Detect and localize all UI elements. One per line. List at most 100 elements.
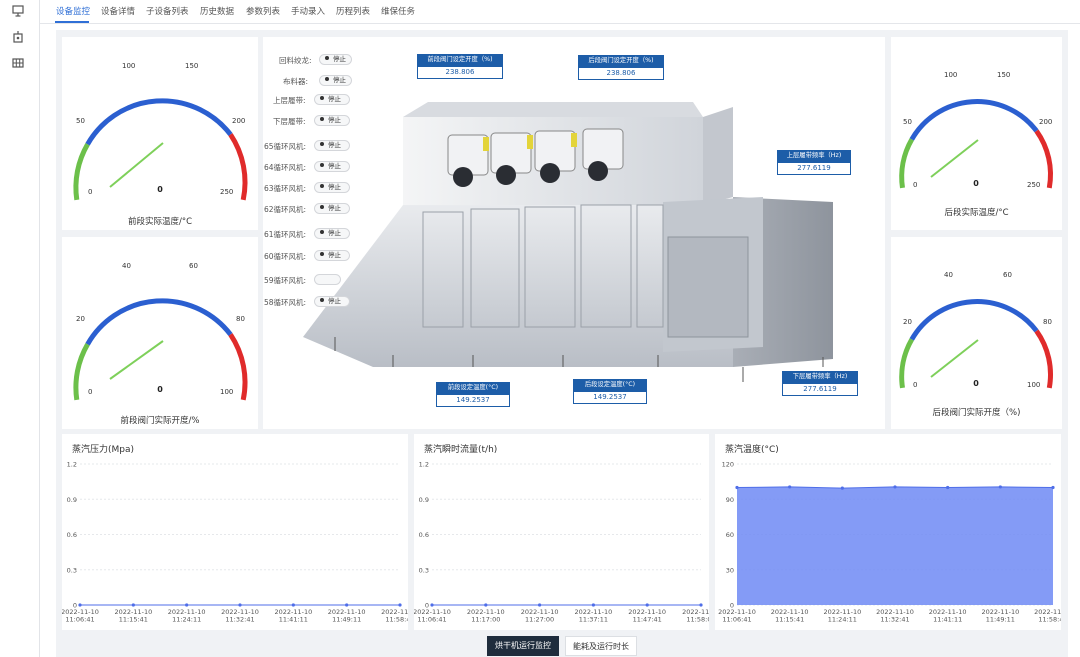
gauge-value: 0 (157, 385, 163, 394)
monitor-icon[interactable] (11, 4, 25, 18)
data-point (78, 603, 82, 607)
active-tab-indicator (55, 21, 89, 23)
tick-label: 0 (913, 181, 917, 189)
x-tick-label: 2022-11-10 11:06:41 (718, 608, 756, 624)
status-pill: 停止 (314, 296, 350, 307)
status-pill: 停止 (314, 94, 350, 105)
tick-label: 60 (1003, 271, 1012, 279)
x-tick-label: 2022-11-10 11:49:11 (981, 608, 1019, 624)
x-tick-label: 2022-11-10 11:06:41 (62, 608, 99, 624)
data-point (645, 603, 649, 607)
tab-device-monitor[interactable]: 设备监控 (56, 5, 90, 17)
tick-label: 100 (1027, 381, 1040, 389)
status-label: 58循环风机: (264, 298, 307, 307)
tab-bar: 设备监控 设备详情 子设备列表 历史数据 参数列表 手动录入 历程列表 维保任务 (40, 0, 1080, 24)
status-label: 59循环风机: (264, 276, 307, 285)
data-point (131, 603, 135, 607)
y-tick-label: 0.6 (419, 531, 429, 539)
tick-label: 150 (997, 71, 1010, 79)
grid-icon[interactable] (11, 56, 25, 70)
y-tick-label: 30 (726, 566, 734, 574)
tick-label: 150 (185, 62, 198, 70)
area-fill (737, 486, 1053, 605)
tab-device-details[interactable]: 设备详情 (101, 5, 135, 17)
y-tick-label: 0.9 (67, 496, 77, 504)
data-point (345, 603, 349, 607)
status-label: 布料器: (283, 77, 309, 86)
tick-label: 100 (122, 62, 135, 70)
status-label: 下层履带: (273, 117, 306, 126)
data-point (699, 603, 703, 607)
status-pill: 停止 (314, 140, 350, 151)
x-tick-label: 2022-11-10 11:41:11 (929, 608, 967, 624)
gauge-front-valve: 0 20 40 60 80 100 0 (73, 262, 248, 401)
x-tick-label: 2022-11-10 11:32:41 (876, 608, 914, 624)
tick-label: 40 (944, 271, 953, 279)
gauge-front-temp: 0 50 100 150 200 250 0 (73, 62, 248, 201)
x-tick-label: 2022-11-10 11:47:41 (628, 608, 666, 624)
status-label: 61循环风机: (264, 230, 307, 239)
value-readout: 149.2537 (436, 394, 510, 407)
x-tick-label: 2022-11-10 11:49:11 (328, 608, 366, 624)
status-pill: 停止 (319, 75, 352, 86)
gauge-title: 后段阀门实际开度（%) (932, 408, 1021, 418)
tick-label: 40 (122, 262, 131, 270)
value-label: 前段阀门设定开度（%) (417, 54, 503, 66)
status-pill: 停止 (314, 161, 350, 172)
tick-label: 60 (189, 262, 198, 270)
x-tick-label: 2022-11-10 11:41:11 (274, 608, 312, 624)
x-tick-label: 2022-11-10 11:15:41 (771, 608, 809, 624)
data-point (484, 603, 488, 607)
tick-label: 20 (76, 315, 85, 323)
data-point (238, 603, 242, 607)
tick-label: 80 (1043, 318, 1052, 326)
bottom-tab-energy-runtime[interactable]: 能耗及运行时长 (565, 636, 637, 656)
tick-label: 0 (88, 188, 92, 196)
tab-history-data[interactable]: 历史数据 (200, 5, 234, 17)
x-tick-label: 2022-11-1011:58:08 (682, 608, 709, 624)
value-readout: 238.806 (417, 66, 503, 79)
x-tick-label: 2022-11-1011:58:41 (1034, 608, 1061, 624)
data-point (538, 603, 542, 607)
status-pill: 停止 (314, 115, 350, 126)
bottom-tab-dryer-monitor[interactable]: 烘干机运行监控 (487, 636, 559, 656)
gauge-rear-valve-panel: 0 20 40 60 80 100 0 后段阀门实际开度（%) (891, 237, 1062, 429)
status-label: 64循环风机: (264, 163, 307, 172)
y-tick-label: 60 (726, 531, 734, 539)
value-label: 前段设定温度(°C) (436, 382, 510, 394)
tick-label: 50 (903, 118, 912, 126)
x-tick-label: 2022-11-10 11:27:00 (521, 608, 559, 624)
data-point (735, 485, 739, 490)
data-point (788, 485, 792, 489)
status-pill: 停止 (314, 203, 350, 214)
y-tick-label: 120 (722, 461, 734, 469)
x-tick-label: 2022-11-10 11:32:41 (221, 608, 259, 624)
tab-process-list[interactable]: 历程列表 (336, 5, 370, 17)
x-tick-label: 2022-11-10 11:37:11 (575, 608, 613, 624)
tab-sub-device-list[interactable]: 子设备列表 (146, 5, 189, 17)
value-label: 后段阀门设定开度（%) (578, 55, 664, 67)
data-point (998, 485, 1002, 489)
rear-temp-setpoint: 后段设定温度(°C) 149.2537 (573, 379, 647, 404)
chart-panel-steam-pressure: 蒸汽压力(Mpa) 0 0.3 0.6 0.9 1.2 2022-11-10 11:06:4… (62, 434, 408, 630)
x-tick-label: 2022-11-1011:58:41 (381, 608, 408, 624)
equipment-panel: 回料绞龙: 停止 布料器: 停止 上层履带: 停止 下层履带: 停止 65循环风… (263, 37, 885, 429)
tab-maintenance[interactable]: 维保任务 (381, 5, 415, 17)
data-point (1051, 485, 1055, 490)
device-icon[interactable] (11, 30, 25, 44)
tab-param-list[interactable]: 参数列表 (246, 5, 280, 17)
chart-steam-temp: 03060901202022-11-10 11:06:412022-11-10 11… (718, 461, 1061, 624)
gauge-value: 0 (973, 379, 979, 388)
gauge-front-valve-panel: 0 20 40 60 80 100 0 前段阀门实际开度/% (62, 237, 258, 429)
y-tick-label: 1.2 (419, 461, 429, 469)
status-pill: 停止 (314, 182, 350, 193)
data-point (946, 485, 950, 490)
status-pill: 停止 (314, 228, 350, 239)
value-readout: 238.806 (578, 67, 664, 80)
status-label: 65循环风机: (264, 142, 307, 151)
y-tick-label: 90 (726, 496, 734, 504)
tab-manual-entry[interactable]: 手动录入 (291, 5, 325, 17)
tick-label: 50 (76, 117, 85, 125)
left-rail (0, 0, 40, 657)
data-point (591, 603, 595, 607)
